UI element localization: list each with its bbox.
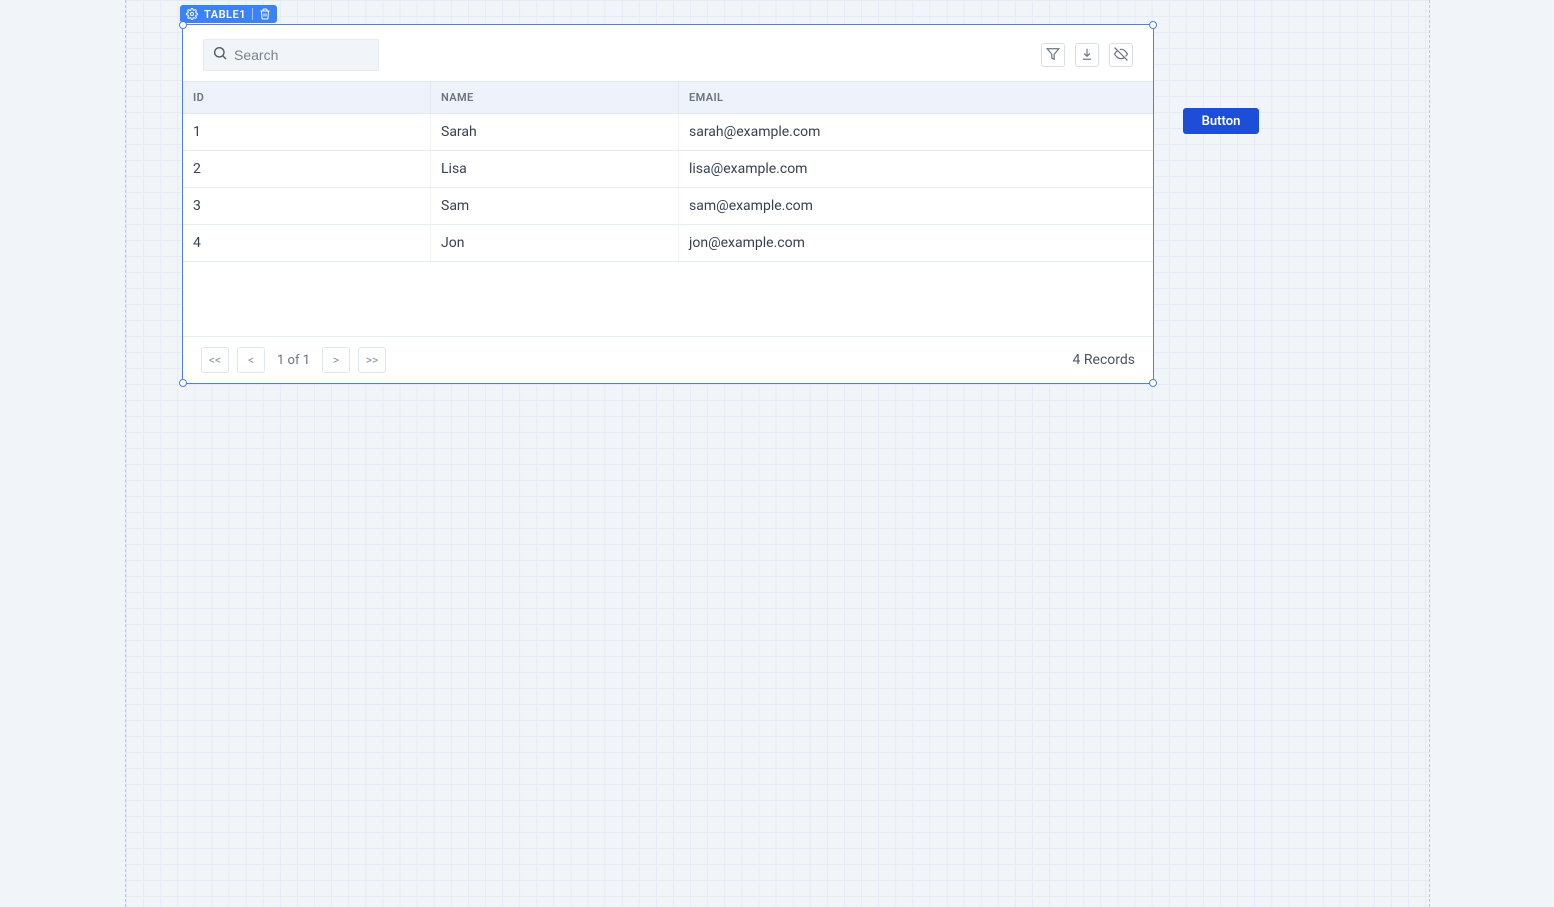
separator [252,8,253,20]
table-widget[interactable]: ID NAME EMAIL 1 Sarah sarah@example.com … [182,24,1154,384]
table-row[interactable]: 4 Jon jon@example.com [183,225,1153,262]
resize-handle-top-right[interactable] [1149,21,1157,29]
resize-handle-bottom-left[interactable] [179,379,187,387]
table-row[interactable]: 2 Lisa lisa@example.com [183,151,1153,188]
page-prev-button[interactable]: < [237,347,265,373]
cell-name: Lisa [431,151,679,187]
cell-name: Sarah [431,114,679,150]
resize-handle-top-left[interactable] [179,21,187,29]
table-header-row: ID NAME EMAIL [183,81,1153,114]
resize-handle-bottom-right[interactable] [1149,379,1157,387]
table-row[interactable]: 1 Sarah sarah@example.com [183,114,1153,151]
table-toolbar [183,25,1153,81]
gear-icon[interactable] [186,8,198,20]
search-box[interactable] [203,39,379,71]
column-header-email[interactable]: EMAIL [679,82,1153,113]
page-last-button[interactable]: >> [358,347,386,373]
button-label: Button [1202,114,1241,129]
download-button[interactable] [1075,43,1099,67]
cell-id: 2 [183,151,431,187]
page-next-button[interactable]: > [322,347,350,373]
filter-button[interactable] [1041,43,1065,67]
table-body: 1 Sarah sarah@example.com 2 Lisa lisa@ex… [183,114,1153,262]
page-info: 1 of 1 [273,353,314,368]
eye-off-icon [1114,46,1128,65]
download-icon [1080,46,1094,65]
table-footer: << < 1 of 1 > >> 4 Records [183,336,1153,383]
column-header-name[interactable]: NAME [431,82,679,113]
cell-name: Jon [431,225,679,261]
page-first-button[interactable]: << [201,347,229,373]
pager: << < 1 of 1 > >> [201,347,386,373]
widget-selection-header[interactable]: TABLE1 [180,5,277,23]
visibility-off-button[interactable] [1109,43,1133,67]
records-count: 4 Records [1073,352,1135,368]
search-icon [212,45,228,65]
column-header-id[interactable]: ID [183,82,431,113]
cell-email: sam@example.com [679,188,1153,224]
cell-id: 3 [183,188,431,224]
table-grid: ID NAME EMAIL 1 Sarah sarah@example.com … [183,81,1153,336]
trash-icon[interactable] [259,8,271,20]
cell-name: Sam [431,188,679,224]
cell-email: jon@example.com [679,225,1153,261]
cell-id: 1 [183,114,431,150]
button-widget[interactable]: Button [1183,108,1259,134]
cell-id: 4 [183,225,431,261]
table-row[interactable]: 3 Sam sam@example.com [183,188,1153,225]
cell-email: sarah@example.com [679,114,1153,150]
search-input[interactable] [234,47,370,63]
filter-icon [1046,46,1060,65]
widget-name-label: TABLE1 [204,8,246,21]
cell-email: lisa@example.com [679,151,1153,187]
